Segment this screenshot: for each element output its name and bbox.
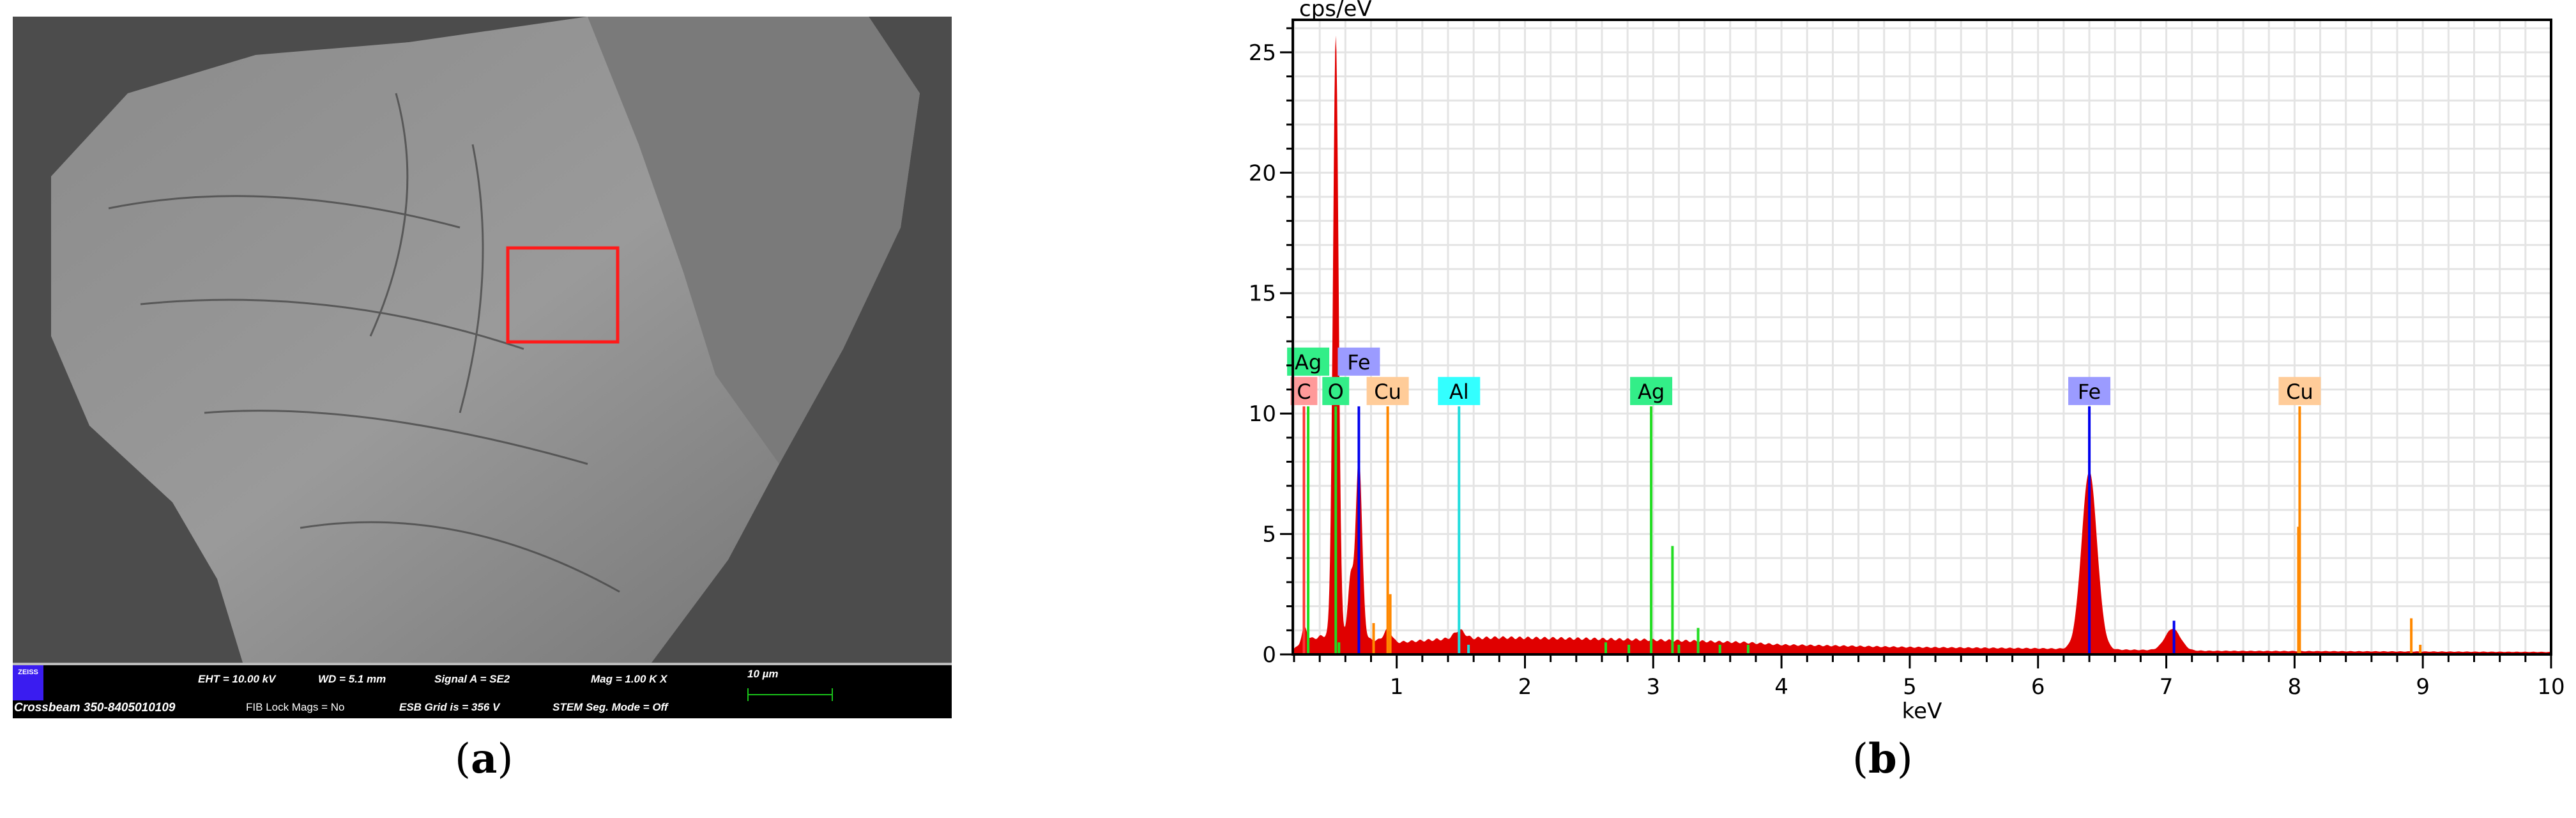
element-label: C (1297, 380, 1311, 404)
x-tick-label: 4 (1774, 674, 1788, 700)
y-axis-label: cps/eV (1299, 0, 1372, 22)
x-tick-label: 9 (2416, 674, 2430, 700)
x-axis-label: keV (1902, 698, 1942, 724)
x-tick-label: 8 (2288, 674, 2302, 700)
x-tick-label: 3 (1646, 674, 1660, 700)
y-tick-label: 20 (1249, 160, 1276, 186)
y-tick-label: 25 (1249, 40, 1276, 66)
element-label: Fe (2078, 380, 2101, 404)
element-label: Ag (1295, 350, 1322, 374)
x-tick-label: 7 (2160, 674, 2174, 700)
element-label: Fe (1347, 350, 1370, 374)
x-tick-label: 1 (1390, 674, 1404, 700)
element-label: Cu (2286, 380, 2313, 404)
y-tick-label: 15 (1249, 281, 1276, 307)
x-tick-label: 10 (2537, 674, 2565, 700)
eds-spectrum-chart: CAgOFeCu Al Ag Fe Cu05101520251 2 3 4 5 6 7 8 9 10cps… (1249, 0, 2565, 724)
x-tick-label: 6 (2031, 674, 2045, 700)
x-tick-label: 5 (1903, 674, 1917, 700)
element-label: O (1328, 380, 1344, 404)
element-label: Al (1449, 380, 1469, 404)
y-tick-label: 10 (1249, 401, 1276, 427)
y-tick-label: 0 (1262, 642, 1276, 668)
spectrum-area (1293, 35, 2551, 655)
element-label: Ag (1638, 380, 1665, 404)
plot-frame (1292, 19, 2552, 656)
x-tick-label: 2 (1518, 674, 1532, 700)
y-tick-label: 5 (1262, 522, 1276, 548)
element-label: Cu (1374, 380, 1401, 404)
